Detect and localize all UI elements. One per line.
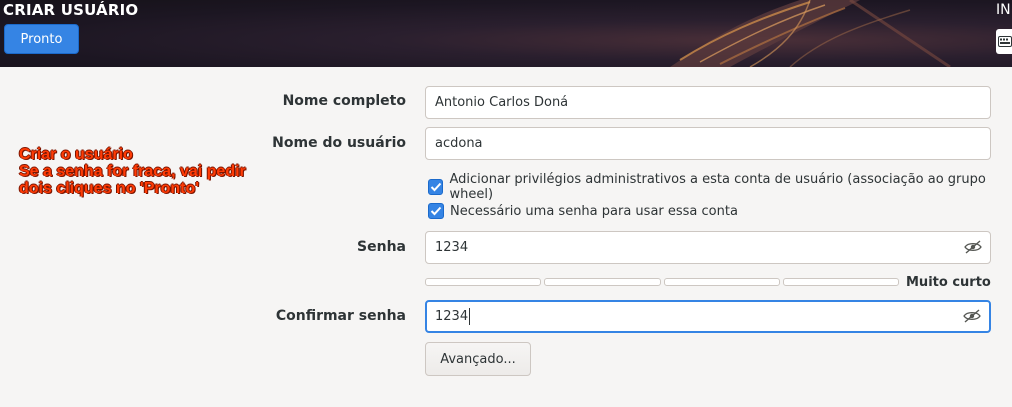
background-art — [670, 0, 951, 67]
keyboard-icon — [998, 36, 1012, 47]
strength-segment — [782, 278, 899, 286]
annotation-note: Criar o usuário Se a senha for fraca, va… — [19, 146, 246, 197]
password-required-checkbox-label[interactable]: Necessário uma senha para usar essa cont… — [450, 204, 738, 219]
advanced-button[interactable]: Avançado... — [425, 342, 531, 376]
username-label: Nome do usuário — [272, 135, 406, 151]
annotation-line: dois cliques no 'Pronto' — [19, 180, 200, 197]
password-value: 1234 — [435, 240, 469, 255]
username-field[interactable]: acdona — [425, 127, 991, 160]
confirm-password-label: Confirmar senha — [275, 308, 406, 324]
strength-segment — [425, 278, 542, 286]
admin-checkbox-label[interactable]: Adicionar privilégios administrativos a … — [449, 172, 1012, 202]
password-label: Senha — [357, 239, 406, 255]
fullname-value: Antonio Carlos Doná — [435, 95, 569, 110]
hide-password-icon[interactable] — [964, 239, 982, 255]
page-title: CRIAR USUÁRIO — [3, 1, 139, 19]
confirm-password-value: 1234 — [435, 309, 469, 324]
annotation-line: Se a senha for fraca, vai pedir — [19, 163, 246, 180]
password-strength-label: Muito curto — [906, 275, 991, 290]
admin-checkbox-row[interactable]: Adicionar privilégios administrativos a … — [428, 172, 1012, 202]
language-indicator[interactable]: IN — [996, 2, 1011, 18]
password-required-checkbox[interactable] — [428, 203, 444, 219]
header-bar: CRIAR USUÁRIO Pronto IN — [0, 0, 1012, 67]
password-required-checkbox-row[interactable]: Necessário uma senha para usar essa cont… — [428, 203, 738, 219]
password-field[interactable]: 1234 — [425, 231, 991, 264]
strength-segment — [663, 278, 780, 286]
text-cursor — [469, 308, 471, 325]
checkmark-icon — [430, 182, 441, 192]
password-strength-meter — [425, 278, 899, 286]
fullname-field[interactable]: Antonio Carlos Doná — [425, 86, 991, 119]
confirm-password-field[interactable]: 1234 — [425, 300, 991, 333]
hide-password-icon[interactable] — [963, 308, 981, 324]
done-button[interactable]: Pronto — [4, 24, 79, 54]
keyboard-layout-button[interactable] — [996, 29, 1012, 54]
checkmark-icon — [430, 206, 442, 216]
username-value: acdona — [435, 136, 483, 151]
admin-checkbox[interactable] — [428, 179, 444, 195]
strength-segment — [544, 278, 661, 286]
fullname-label: Nome completo — [282, 93, 406, 109]
